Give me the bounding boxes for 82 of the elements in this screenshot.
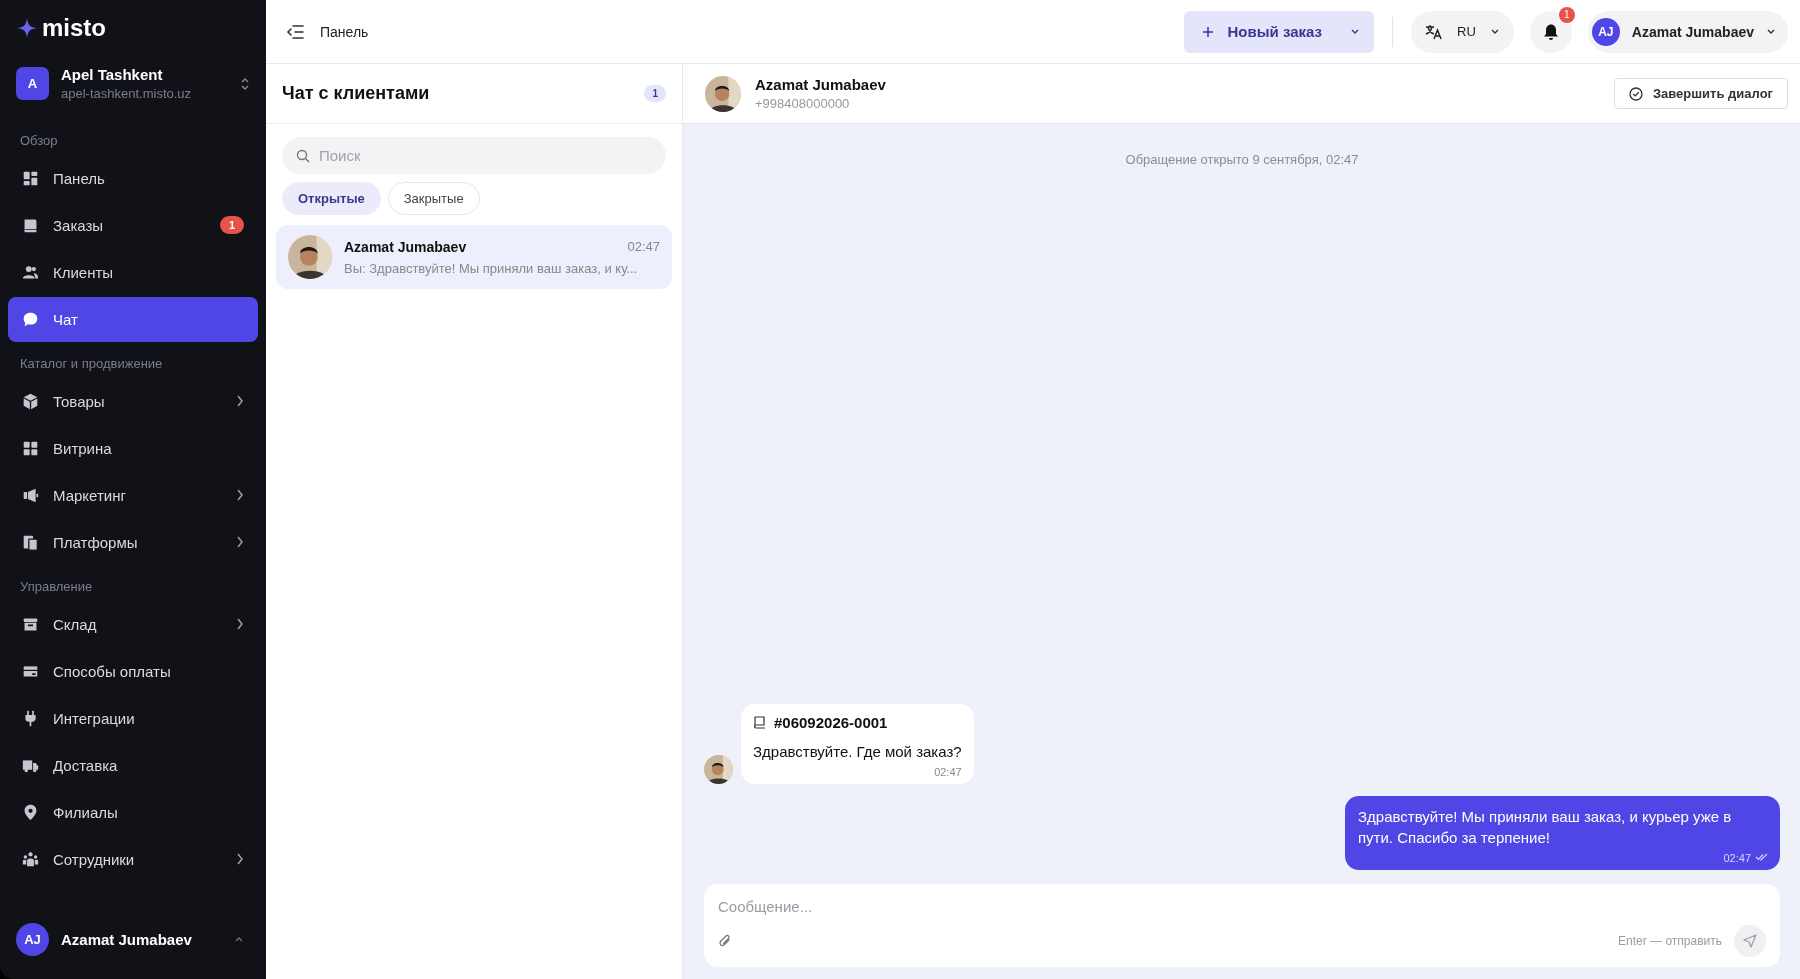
search-icon	[296, 149, 310, 163]
megaphone-icon	[22, 486, 39, 504]
end-dialog-button[interactable]: Завершить диалог	[1613, 78, 1788, 109]
pin-icon	[22, 803, 39, 821]
nav-item[interactable]: Маркетинг	[8, 473, 258, 518]
nav-item[interactable]: Товары	[8, 379, 258, 424]
send-icon	[1743, 934, 1757, 948]
message-time: 02:47	[1723, 852, 1751, 864]
user-menu[interactable]: AJ Azamat Jumabaev	[1587, 10, 1788, 53]
nav-item[interactable]: Интеграции	[8, 696, 258, 741]
grid4-icon	[22, 439, 39, 457]
team-icon	[22, 850, 39, 868]
chevron-down-icon	[1350, 28, 1361, 35]
store-switcher[interactable]: A Apel Tashkent apel-tashkent.misto.uz	[8, 42, 258, 101]
contact-name: Azamat Jumabaev	[755, 76, 886, 93]
nav-item[interactable]: Сотрудники	[8, 837, 258, 882]
nav-item[interactable]: Клиенты	[8, 250, 258, 295]
chevron-up-icon	[234, 936, 244, 942]
section-title: Каталог и продвижение	[19, 355, 164, 373]
user-name: Azamat Jumabaev	[61, 930, 193, 948]
user-menu[interactable]: AJ Azamat Jumabaev	[8, 907, 258, 971]
nav-item[interactable]: Платформы	[8, 520, 258, 565]
nav-item[interactable]: Доставка	[8, 743, 258, 788]
grid-icon	[22, 169, 39, 187]
message-text: Здравствуйте. Где мой заказ?	[753, 741, 962, 762]
notifications-button[interactable]: 1	[1529, 10, 1572, 53]
receipt-icon	[753, 715, 767, 730]
chat-icon	[22, 310, 39, 328]
order-number[interactable]: #06092026-0001	[774, 713, 888, 731]
sparkle-icon	[16, 17, 38, 39]
check-circle-icon	[1628, 86, 1643, 101]
nav-item[interactable]: Заказы 1	[8, 203, 258, 248]
contact-name: Azamat Jumabaev	[344, 238, 468, 255]
nav-item[interactable]: Способы оплаты	[8, 649, 258, 694]
nav-item[interactable]: Панель	[8, 156, 258, 201]
new-order-button[interactable]: Новый заказ	[1183, 10, 1375, 53]
chevron-down-icon	[1489, 28, 1500, 35]
chevron-right-icon	[236, 536, 244, 549]
chevron-right-icon	[236, 395, 244, 408]
count-badge: 1	[644, 85, 666, 102]
translate-icon	[1425, 23, 1444, 40]
collapse-sidebar-icon[interactable]	[286, 23, 304, 40]
nav-item[interactable]: Филиалы	[8, 790, 258, 835]
system-note: Обращение открыто 9 сентября, 02:47	[1125, 152, 1359, 167]
conversation-item[interactable]: Azamat Jumabaev 02:47 Вы: Здравствуйте! Мы приняли ваш заказ, и ку...	[276, 225, 672, 289]
search-field[interactable]: Поиск	[282, 137, 666, 174]
logo-text: misto	[42, 14, 106, 42]
cube-icon	[22, 392, 39, 410]
pages-icon	[22, 533, 39, 551]
chevron-down-icon	[1766, 28, 1776, 35]
nav-item[interactable]: Чат	[8, 297, 258, 342]
bell-icon	[1541, 22, 1560, 41]
plug-icon	[22, 709, 39, 727]
nav-item[interactable]: Витрина	[8, 426, 258, 471]
panel-title: Чат с клиентами	[282, 83, 431, 104]
plus-icon	[1201, 25, 1214, 38]
paperclip-icon[interactable]	[718, 933, 732, 949]
message-preview: Вы: Здравствуйте! Мы приняли ваш заказ, и ку...	[344, 260, 639, 276]
chevron-right-icon	[236, 618, 244, 631]
message-time: 02:47	[627, 238, 660, 255]
chevron-right-icon	[236, 489, 244, 502]
store-domain: apel-tashkent.misto.uz	[61, 86, 193, 101]
nav-item[interactable]: Склад	[8, 602, 258, 647]
section-title: Управление	[19, 578, 94, 596]
message-text: Здравствуйте! Мы приняли ваш заказ, и курьер уже в пути. Спасибо за терпение!	[1358, 806, 1733, 849]
updown-icon	[240, 76, 250, 91]
section-title: Обзор	[19, 132, 59, 150]
users-icon	[22, 263, 39, 281]
filter-tab[interactable]: Открытые	[282, 182, 381, 215]
store-name: Apel Tashkent	[61, 66, 164, 83]
filter-tab[interactable]: Закрытые	[387, 182, 480, 215]
count-badge: 1	[219, 216, 244, 235]
user-avatar: AJ	[16, 922, 49, 956]
send-hint: Enter — отправить	[1618, 934, 1722, 948]
language-selector[interactable]: RU	[1411, 10, 1514, 53]
chevron-right-icon	[236, 853, 244, 866]
send-button[interactable]	[1734, 925, 1766, 957]
breadcrumb: Панель	[320, 23, 369, 40]
message-time: 02:47	[934, 765, 962, 778]
contact-phone: +998408000000	[755, 96, 851, 111]
notification-badge: 1	[1558, 6, 1575, 23]
store-avatar: A	[16, 67, 49, 100]
